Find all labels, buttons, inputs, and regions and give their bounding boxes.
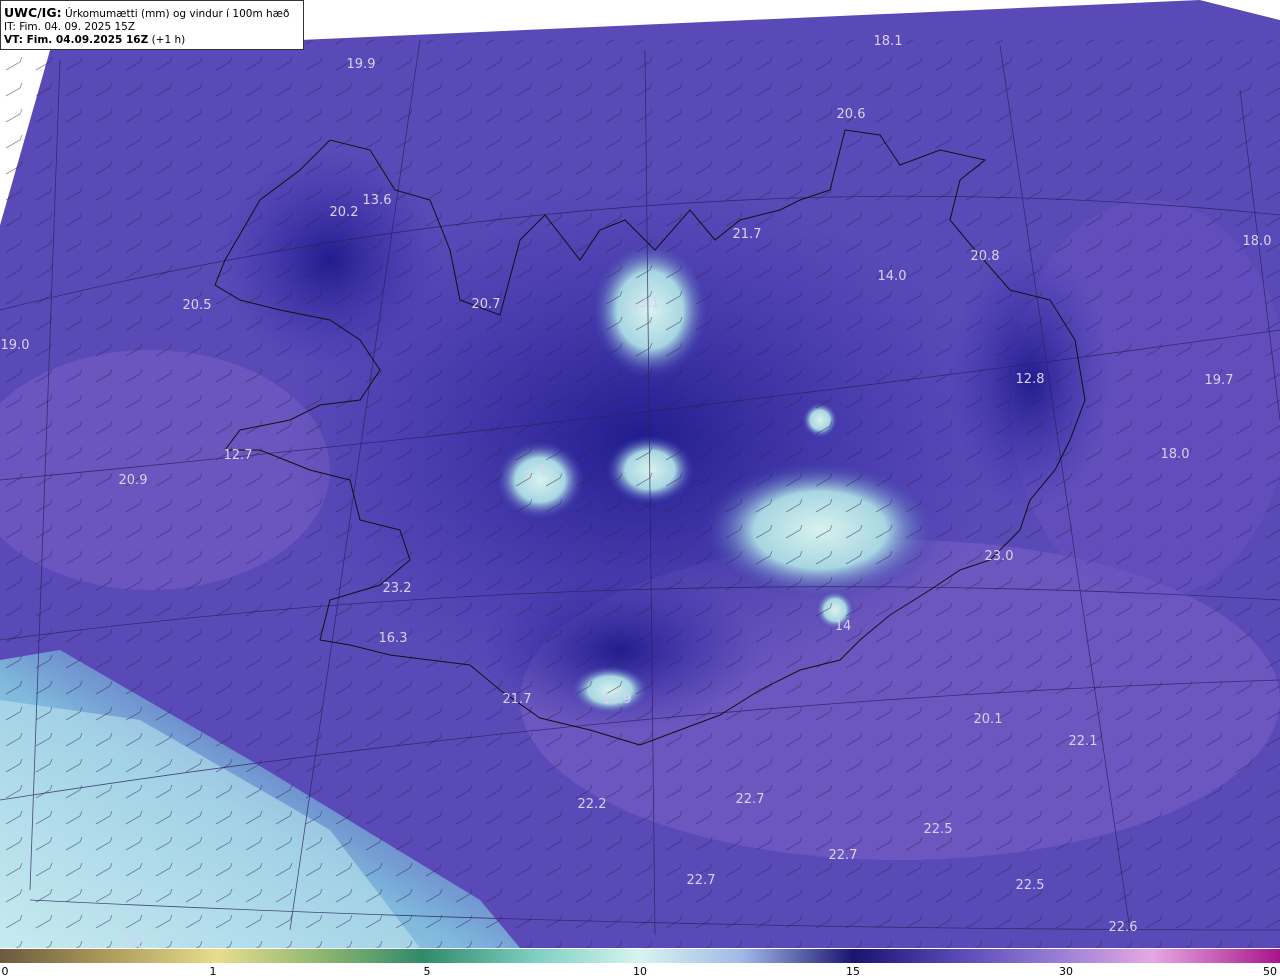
lead-time: (+1 h) bbox=[151, 34, 186, 46]
colorbar-gradient bbox=[0, 949, 1280, 963]
map-label: 23.0 bbox=[985, 549, 1014, 564]
field-name: Úrkomumætti (mm) og vindur í 100m hæð bbox=[64, 8, 290, 20]
map-label: 18.0 bbox=[1243, 234, 1272, 249]
map-label: 1 bbox=[539, 463, 547, 478]
map-label: 14 bbox=[835, 619, 852, 634]
map-label: 22.5 bbox=[1016, 878, 1045, 893]
colorbar-tick: 50 bbox=[1263, 965, 1277, 978]
map-label: 21.7 bbox=[733, 227, 762, 242]
map-label: 13.6 bbox=[363, 193, 392, 208]
colorbar: 0 1 5 10 15 30 50 bbox=[0, 949, 1280, 978]
map-label: 14.0 bbox=[878, 269, 907, 284]
map-label: 20.2 bbox=[330, 205, 359, 220]
map-label: 18.0 bbox=[1161, 447, 1190, 462]
map-label: 19.7 bbox=[1205, 373, 1234, 388]
map-label: 22.7 bbox=[687, 873, 716, 888]
colorbar-tick: 1 bbox=[210, 965, 217, 978]
init-time: IT: Fim. 04. 09. 2025 15Z bbox=[4, 21, 136, 33]
map-title-box: UWC/IG: Úrkomumætti (mm) og vindur í 100… bbox=[0, 0, 304, 50]
map-label: 20.9 bbox=[119, 473, 148, 488]
map-label: 18.1 bbox=[874, 34, 903, 49]
map-label: 22.1 bbox=[1069, 734, 1098, 749]
colorbar-tick: 0 bbox=[2, 965, 9, 978]
map-label: 10.9 bbox=[603, 692, 632, 707]
colorbar-ticks: 0 1 5 10 15 30 50 bbox=[2, 965, 1278, 978]
map-label: 20.5 bbox=[183, 298, 212, 313]
colorbar-tick: 10 bbox=[633, 965, 647, 978]
colorbar-tick: 15 bbox=[846, 965, 860, 978]
colorbar-tick: 5 bbox=[424, 965, 431, 978]
map-label: 16.3 bbox=[379, 631, 408, 646]
map-label: 20.6 bbox=[837, 107, 866, 122]
map-label: 23.2 bbox=[383, 581, 412, 596]
model-name: UWC/IG: bbox=[4, 5, 62, 20]
map-label: 21.7 bbox=[503, 692, 532, 707]
colorbar-tick: 30 bbox=[1059, 965, 1073, 978]
map-label: 12.7 bbox=[224, 448, 253, 463]
valid-time: VT: Fim. 04.09.2025 16Z bbox=[4, 34, 149, 46]
map-label: 20.7 bbox=[472, 297, 501, 312]
map-label: 12.8 bbox=[1016, 372, 1045, 387]
map-label: 22.7 bbox=[829, 848, 858, 863]
precipitation-wind-map[interactable]: 18.1 19.9 20.6 13.6 20.2 21.7 18.0 20.8 … bbox=[0, 0, 1280, 948]
map-label: 22.7 bbox=[736, 792, 765, 807]
map-label: 22.6 bbox=[1109, 920, 1138, 935]
map-label: 19.9 bbox=[347, 57, 376, 72]
map-label: 20.1 bbox=[974, 712, 1003, 727]
map-label: 9.5 bbox=[124, 936, 145, 948]
map-label: 20.8 bbox=[971, 249, 1000, 264]
map-label: 22.2 bbox=[578, 797, 607, 812]
map-label: 13.1 bbox=[631, 296, 660, 311]
map-label: 19.0 bbox=[1, 338, 30, 353]
map-label: 22.5 bbox=[924, 822, 953, 837]
